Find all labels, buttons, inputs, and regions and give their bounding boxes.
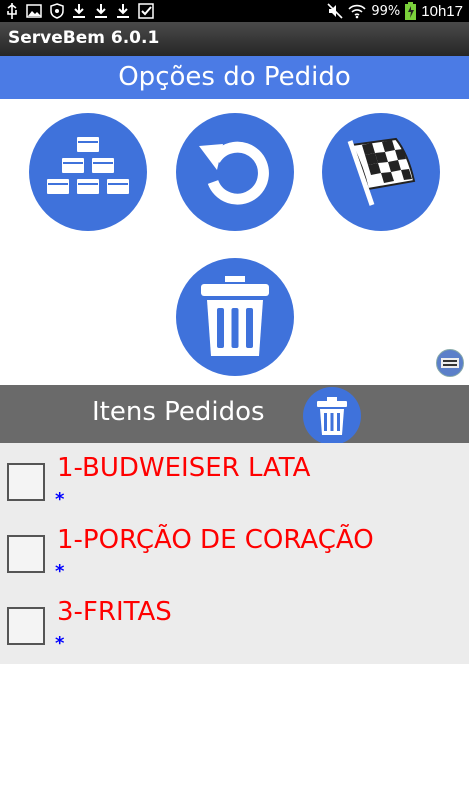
status-bar: 99% 10h17 bbox=[0, 0, 469, 22]
undo-icon bbox=[199, 141, 269, 205]
stack-items-button[interactable] bbox=[29, 113, 147, 231]
download-icon bbox=[73, 4, 85, 18]
shield-icon bbox=[50, 3, 64, 19]
delete-items-button[interactable] bbox=[303, 387, 361, 445]
checkered-flag-icon bbox=[347, 137, 416, 206]
clock: 10h17 bbox=[421, 2, 463, 20]
undo-button[interactable] bbox=[176, 113, 294, 231]
item-checkbox[interactable] bbox=[7, 535, 45, 573]
image-icon bbox=[26, 4, 42, 18]
download-icon bbox=[117, 4, 129, 18]
wifi-icon bbox=[348, 4, 366, 19]
mute-icon bbox=[327, 3, 343, 19]
battery-icon bbox=[405, 2, 417, 20]
app-title: ServeBem 6.0.1 bbox=[8, 28, 160, 48]
download-icon bbox=[95, 4, 107, 18]
item-checkbox[interactable] bbox=[7, 607, 45, 645]
check-icon bbox=[138, 3, 154, 19]
item-note: * bbox=[55, 633, 65, 654]
delete-order-button[interactable] bbox=[176, 258, 294, 376]
boxes-stack-icon bbox=[45, 135, 131, 196]
item-label: 1-BUDWEISER LATA bbox=[57, 453, 311, 483]
item-note: * bbox=[55, 489, 65, 510]
item-note: * bbox=[55, 561, 65, 582]
battery-percent: 99% bbox=[371, 3, 401, 19]
item-checkbox[interactable] bbox=[7, 463, 45, 501]
trash-icon bbox=[317, 397, 347, 435]
app-titlebar: ServeBem 6.0.1 bbox=[0, 22, 469, 56]
trash-icon bbox=[201, 276, 269, 356]
item-label: 1-PORÇÃO DE CORAÇÃO bbox=[57, 525, 374, 555]
list-item[interactable]: 1-BUDWEISER LATA * bbox=[0, 447, 469, 519]
list-item[interactable]: 3-FRITAS * bbox=[0, 591, 469, 663]
notification-icons bbox=[6, 3, 154, 19]
ordered-items-header: Itens Pedidos bbox=[0, 385, 469, 445]
system-icons: 99% 10h17 bbox=[327, 2, 463, 20]
order-options-header: Opções do Pedido bbox=[0, 56, 469, 99]
ordered-items-list: 1-BUDWEISER LATA * 1-PORÇÃO DE CORAÇÃO *… bbox=[0, 443, 469, 664]
ordered-items-title: Itens Pedidos bbox=[92, 397, 265, 427]
keyboard-icon[interactable] bbox=[436, 349, 464, 377]
list-item[interactable]: 1-PORÇÃO DE CORAÇÃO * bbox=[0, 519, 469, 591]
finish-order-button[interactable] bbox=[322, 113, 440, 231]
usb-icon bbox=[7, 3, 17, 19]
item-label: 3-FRITAS bbox=[57, 597, 172, 627]
